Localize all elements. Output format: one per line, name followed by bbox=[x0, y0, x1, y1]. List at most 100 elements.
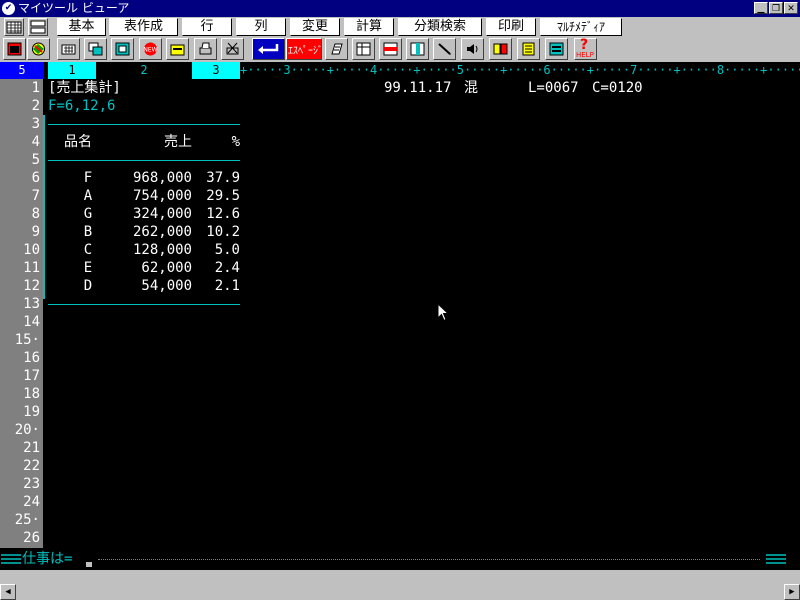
menu-lines-icon[interactable] bbox=[765, 553, 787, 565]
text-cursor bbox=[86, 562, 92, 567]
line-number[interactable]: 19 bbox=[0, 403, 40, 421]
sheet-area[interactable]: [売上集計] 99.11.17 混 L=0067 C=0120 F=6,12,6… bbox=[0, 79, 800, 548]
input-underline bbox=[98, 559, 760, 561]
scroll-right-icon[interactable]: ▶ bbox=[784, 584, 800, 600]
paste-window-icon[interactable] bbox=[111, 38, 134, 60]
print-setup-icon[interactable] bbox=[221, 38, 244, 60]
menu-print[interactable]: 印刷 bbox=[486, 18, 536, 36]
command-bar: 仕事は= bbox=[0, 548, 800, 570]
write-icon[interactable] bbox=[325, 38, 348, 60]
minimize-button[interactable]: ▁ bbox=[754, 2, 768, 14]
table-top-rule bbox=[48, 124, 240, 125]
grid-icon[interactable] bbox=[4, 18, 24, 36]
column-ruler: 5 1 2 3 +·····3·····+·····4·····+·····5·… bbox=[0, 62, 800, 79]
menu-lines-icon[interactable] bbox=[0, 553, 22, 565]
sheet-title: [売上集計] bbox=[48, 80, 121, 96]
line-number[interactable]: 6 bbox=[0, 169, 40, 187]
line-number[interactable]: 5 bbox=[0, 151, 40, 169]
line-number[interactable]: 24 bbox=[0, 493, 40, 511]
line-number[interactable]: 16 bbox=[0, 349, 40, 367]
window-title: マイツール ビューア bbox=[18, 1, 130, 15]
close-button[interactable]: ✕ bbox=[784, 2, 798, 14]
line-number[interactable]: 1 bbox=[0, 79, 40, 97]
line-number[interactable]: 13 bbox=[0, 295, 40, 313]
ruler-line-indicator: 5 bbox=[0, 62, 44, 79]
table-cell-name: G bbox=[83, 206, 93, 222]
table-cell-sales: 62,000 bbox=[141, 260, 192, 276]
menu-classify-search[interactable]: 分類検索 bbox=[398, 18, 482, 36]
line-number[interactable]: 20· bbox=[0, 421, 40, 439]
globe-icon[interactable] bbox=[27, 38, 50, 60]
ruler-column-mark[interactable]: 1 bbox=[48, 62, 96, 79]
split-view-icon[interactable] bbox=[28, 18, 48, 36]
line-number[interactable]: 7 bbox=[0, 187, 40, 205]
line-number[interactable]: 15· bbox=[0, 331, 40, 349]
table-cell-percent: 2.1 bbox=[214, 278, 240, 294]
command-prompt: 仕事は= bbox=[22, 551, 73, 567]
line-number[interactable]: 3 bbox=[0, 115, 40, 133]
line-number[interactable]: 12 bbox=[0, 277, 40, 295]
table-marker-line bbox=[43, 115, 45, 299]
table-cell-percent: 10.2 bbox=[206, 224, 240, 240]
line-number[interactable]: 10 bbox=[0, 241, 40, 259]
column-header: 売上 bbox=[164, 134, 192, 150]
new-icon[interactable]: NEW bbox=[139, 38, 162, 60]
table-cell-sales: 754,000 bbox=[132, 188, 192, 204]
pen-icon[interactable] bbox=[433, 38, 456, 60]
line-number[interactable]: 22 bbox=[0, 457, 40, 475]
menu-multimedia[interactable]: ﾏﾙﾁﾒﾃﾞｨｱ bbox=[540, 18, 622, 36]
title-bar: ✔ マイツール ビューア ▁ ❐ ✕ bbox=[0, 0, 800, 17]
menu-basic[interactable]: 基本 bbox=[57, 18, 106, 36]
menu-change[interactable]: 変更 bbox=[290, 18, 340, 36]
app-icon[interactable]: ✔ bbox=[2, 2, 15, 15]
table-cell-sales: 54,000 bbox=[141, 278, 192, 294]
ruler-column-mark[interactable]: 3 bbox=[192, 62, 240, 79]
table-cell-percent: 2.4 bbox=[214, 260, 240, 276]
table-icon[interactable] bbox=[352, 38, 375, 60]
table-cell-sales: 324,000 bbox=[132, 206, 192, 222]
copy-window-icon[interactable] bbox=[84, 38, 107, 60]
speaker-icon[interactable] bbox=[461, 38, 484, 60]
insert-row-icon[interactable] bbox=[379, 38, 402, 60]
line-number[interactable]: 8 bbox=[0, 205, 40, 223]
insert-col-icon[interactable] bbox=[406, 38, 429, 60]
book-icon[interactable] bbox=[489, 38, 512, 60]
line-number[interactable]: 21 bbox=[0, 439, 40, 457]
scroll-left-icon[interactable]: ◀ bbox=[0, 584, 16, 600]
table-cell-name: E bbox=[83, 260, 93, 276]
printer-icon[interactable] bbox=[194, 38, 217, 60]
menu-column[interactable]: 列 bbox=[236, 18, 286, 36]
notebook-icon[interactable] bbox=[517, 38, 540, 60]
table-cell-percent: 12.6 bbox=[206, 206, 240, 222]
table-cell-percent: 5.0 bbox=[214, 242, 240, 258]
menu-bar: 基本 表作成 行 列 変更 計算 分類検索 印刷 ﾏﾙﾁﾒﾃﾞｨｱ bbox=[0, 17, 800, 37]
table-bottom-rule bbox=[48, 304, 240, 305]
horizontal-scrollbar[interactable]: ◀ ▶ bbox=[0, 584, 800, 600]
line-number[interactable]: 11 bbox=[0, 259, 40, 277]
line-number[interactable]: 23 bbox=[0, 475, 40, 493]
ruler-column-mark[interactable]: 2 bbox=[96, 62, 192, 79]
folder-icon[interactable] bbox=[166, 38, 189, 60]
line-number[interactable]: 9 bbox=[0, 223, 40, 241]
easy-page-icon[interactable]: ｴｽﾍﾟｰｼﾞ bbox=[286, 38, 323, 60]
enter-icon[interactable] bbox=[252, 38, 285, 60]
help-icon[interactable]: ? HELP bbox=[574, 37, 597, 60]
menu-calculate[interactable]: 計算 bbox=[344, 18, 394, 36]
menu-table-create[interactable]: 表作成 bbox=[109, 18, 178, 36]
line-number[interactable]: 17 bbox=[0, 367, 40, 385]
window-icon[interactable] bbox=[3, 38, 26, 60]
screen-icon[interactable] bbox=[545, 38, 568, 60]
line-number[interactable]: 14 bbox=[0, 313, 40, 331]
line-number[interactable]: 4 bbox=[0, 133, 40, 151]
menu-row[interactable]: 行 bbox=[182, 18, 232, 36]
column-header: % bbox=[231, 134, 240, 150]
restore-button[interactable]: ❐ bbox=[769, 2, 783, 14]
line-number[interactable]: 25· bbox=[0, 511, 40, 529]
line-number[interactable]: 2 bbox=[0, 97, 40, 115]
line-number[interactable]: 26 bbox=[0, 529, 40, 547]
mouse-cursor-icon bbox=[437, 303, 449, 322]
table-cell-name: F bbox=[83, 170, 93, 186]
line-number[interactable]: 18 bbox=[0, 385, 40, 403]
keyboard-icon[interactable] bbox=[57, 38, 80, 60]
table-cell-name: C bbox=[83, 242, 93, 258]
